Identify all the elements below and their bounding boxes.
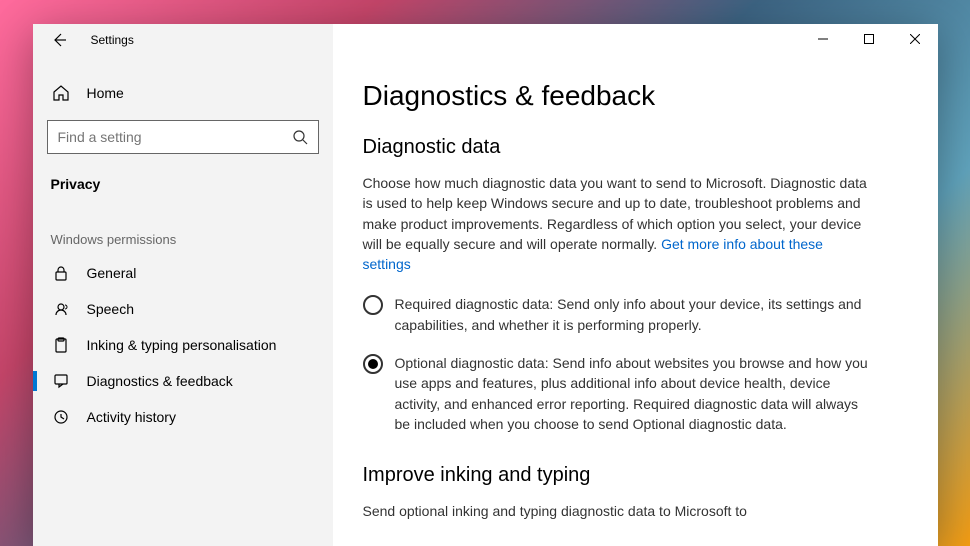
window-controls	[800, 24, 938, 54]
sidebar-item-activity[interactable]: Activity history	[33, 399, 333, 435]
maximize-icon	[864, 34, 874, 44]
sidebar-item-general[interactable]: General	[33, 255, 333, 291]
close-icon	[910, 34, 920, 44]
sidebar-item-inking[interactable]: Inking & typing personalisation	[33, 327, 333, 363]
history-icon	[51, 409, 71, 425]
sidebar-item-label: Speech	[87, 301, 134, 317]
app-title: Settings	[91, 33, 134, 47]
back-button[interactable]	[47, 28, 71, 52]
minimize-button[interactable]	[800, 24, 846, 54]
home-icon	[51, 84, 71, 102]
radio-optional-control[interactable]	[363, 354, 383, 374]
radio-required-control[interactable]	[363, 295, 383, 315]
settings-window: Settings Home	[33, 24, 938, 546]
content-pane[interactable]: Diagnostics & feedback Diagnostic data C…	[333, 24, 938, 546]
radio-optional[interactable]: Optional diagnostic data: Send info abou…	[363, 353, 873, 434]
feedback-icon	[51, 373, 71, 389]
minimize-icon	[818, 34, 828, 44]
clipboard-icon	[51, 337, 71, 353]
diagnostic-heading: Diagnostic data	[363, 136, 908, 159]
close-button[interactable]	[892, 24, 938, 54]
sidebar-item-label: Inking & typing personalisation	[87, 337, 277, 353]
page-title: Diagnostics & feedback	[363, 80, 908, 112]
improve-body: Send optional inking and typing diagnost…	[363, 501, 873, 521]
radio-required-label: Required diagnostic data: Send only info…	[395, 294, 873, 335]
search-box[interactable]	[47, 120, 319, 154]
sidebar-item-label: Activity history	[87, 409, 176, 425]
sidebar: Home Privacy Windows permissions General…	[33, 24, 333, 546]
speech-icon	[51, 301, 71, 317]
improve-heading: Improve inking and typing	[363, 464, 908, 487]
search-input[interactable]	[58, 129, 292, 145]
category-label: Privacy	[33, 168, 333, 206]
sidebar-item-label: General	[87, 265, 137, 281]
sidebar-item-speech[interactable]: Speech	[33, 291, 333, 327]
radio-required[interactable]: Required diagnostic data: Send only info…	[363, 294, 873, 335]
arrow-left-icon	[51, 32, 67, 48]
home-nav[interactable]: Home	[33, 74, 333, 112]
maximize-button[interactable]	[846, 24, 892, 54]
sidebar-item-label: Diagnostics & feedback	[87, 373, 233, 389]
radio-optional-label: Optional diagnostic data: Send info abou…	[395, 353, 873, 434]
titlebar: Settings	[33, 24, 938, 56]
diagnostic-intro: Choose how much diagnostic data you want…	[363, 173, 873, 274]
lock-icon	[51, 265, 71, 281]
sidebar-item-diagnostics[interactable]: Diagnostics & feedback	[33, 363, 333, 399]
home-label: Home	[87, 85, 124, 101]
search-icon	[292, 129, 308, 145]
section-label: Windows permissions	[33, 206, 333, 255]
